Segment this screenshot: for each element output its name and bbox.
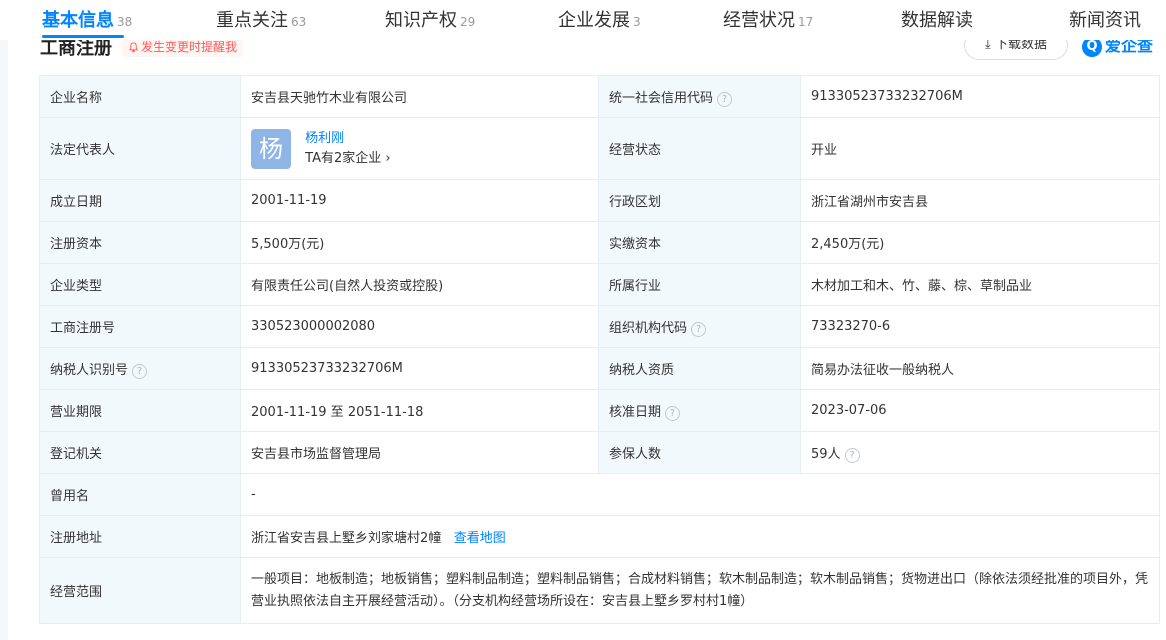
legal-rep-companies-link[interactable]: TA有2家企业 › <box>305 149 390 169</box>
table-row: 成立日期 2001-11-19 行政区划 浙江省湖州市安吉县 <box>39 179 1160 222</box>
tab-development[interactable]: 企业发展 3 <box>558 8 641 34</box>
tab-count: 29 <box>460 15 476 29</box>
business-term-value: 2001-11-19 至 2051-11-18 <box>240 389 599 432</box>
label-approval-date: 核准日期? <box>598 389 801 432</box>
table-row: 注册地址 浙江省安吉县上墅乡刘家塘村2幢 查看地图 <box>39 515 1160 558</box>
credit-code: 91330523733232706M <box>800 75 1160 118</box>
label-text: 统一社会信用代码 <box>609 90 714 106</box>
label-text: 组织机构代码 <box>609 320 688 336</box>
label-scope: 经营范围 <box>39 557 241 624</box>
tax-qualification-value: 简易办法征收一般纳税人 <box>800 347 1160 390</box>
address-cell: 浙江省安吉县上墅乡刘家塘村2幢 查看地图 <box>240 515 1160 558</box>
company-type-value: 有限责任公司(自然人投资或控股) <box>240 263 599 306</box>
tab-data-insight[interactable]: 数据解读 <box>901 8 973 34</box>
label-region: 行政区划 <box>598 179 801 222</box>
label-business-term: 营业期限 <box>39 389 241 432</box>
label-founded: 成立日期 <box>39 179 241 222</box>
active-tab-indicator <box>42 35 124 38</box>
help-icon[interactable]: ? <box>717 91 733 107</box>
table-row: 登记机关 安吉县市场监督管理局 参保人数 59人? <box>39 431 1160 474</box>
table-row: 营业期限 2001-11-19 至 2051-11-18 核准日期? 2023-… <box>39 389 1160 432</box>
table-row: 曾用名 - <box>39 473 1160 516</box>
label-status: 经营状态 <box>598 117 801 180</box>
tab-key-focus[interactable]: 重点关注 63 <box>216 8 306 34</box>
table-row: 企业名称 安吉县天驰竹木业有限公司 统一社会信用代码? 913305237332… <box>39 75 1160 118</box>
table-row: 工商注册号 330523000002080 组织机构代码? 73323270-6 <box>39 305 1160 348</box>
tab-news[interactable]: 新闻资讯 <box>1069 8 1141 34</box>
region-value: 浙江省湖州市安吉县 <box>800 179 1160 222</box>
notify-label: 发生变更时提醒我 <box>141 40 238 54</box>
tab-label: 企业发展 <box>558 10 630 31</box>
company-name: 安吉县天驰竹木业有限公司 <box>240 75 599 118</box>
legal-rep-info: 杨利刚 TA有2家企业 › <box>305 129 390 169</box>
label-reg-no: 工商注册号 <box>39 305 241 348</box>
tab-label: 新闻资讯 <box>1069 10 1141 31</box>
avatar[interactable]: 杨 <box>251 128 291 169</box>
label-address: 注册地址 <box>39 515 241 558</box>
table-row: 经营范围 一般项目：地板制造；地板销售；塑料制品制造；塑料制品销售；合成材料销售… <box>39 557 1160 624</box>
tab-count: 63 <box>291 15 307 29</box>
view-map-link[interactable]: 查看地图 <box>454 531 506 546</box>
table-row: 法定代表人 杨 杨利刚 TA有2家企业 › 经营状态 开业 <box>39 117 1160 180</box>
insured-value: 59人 <box>811 446 841 462</box>
reg-no-value: 330523000002080 <box>240 305 599 348</box>
help-icon[interactable]: ? <box>691 321 707 337</box>
tab-label: 数据解读 <box>901 10 973 31</box>
former-name-value: - <box>240 473 1160 516</box>
label-industry: 所属行业 <box>598 263 801 306</box>
founded-value: 2001-11-19 <box>240 179 599 222</box>
approval-date-value: 2023-07-06 <box>800 389 1160 432</box>
legal-rep-companies-text: TA有2家企业 <box>305 150 382 166</box>
table-row: 注册资本 5,500万(元) 实缴资本 2,450万(元) <box>39 221 1160 264</box>
status-value: 开业 <box>800 117 1160 180</box>
label-capital: 注册资本 <box>39 221 241 264</box>
help-icon[interactable]: ? <box>844 447 860 463</box>
label-former-name: 曾用名 <box>39 473 241 516</box>
org-code-value: 73323270-6 <box>800 305 1160 348</box>
label-authority: 登记机关 <box>39 431 241 474</box>
registration-table: 企业名称 安吉县天驰竹木业有限公司 统一社会信用代码? 913305237332… <box>39 75 1160 624</box>
tab-label: 重点关注 <box>216 10 288 31</box>
label-tax-id: 纳税人识别号? <box>39 347 241 390</box>
table-row: 纳税人识别号? 91330523733232706M 纳税人资质 简易办法征收一… <box>39 347 1160 390</box>
authority-value: 安吉县市场监督管理局 <box>240 431 599 474</box>
bell-icon <box>128 42 139 53</box>
label-insured: 参保人数 <box>598 431 801 474</box>
label-company-type: 企业类型 <box>39 263 241 306</box>
tab-basic-info[interactable]: 基本信息 38 <box>42 8 132 34</box>
address-value: 浙江省安吉县上墅乡刘家塘村2幢 <box>251 531 442 546</box>
label-legal-rep: 法定代表人 <box>39 117 241 180</box>
label-paid-capital: 实缴资本 <box>598 221 801 264</box>
table-row: 企业类型 有限责任公司(自然人投资或控股) 所属行业 木材加工和木、竹、藤、棕、… <box>39 263 1160 306</box>
label-text: 纳税人识别号 <box>50 362 129 378</box>
tab-label: 基本信息 <box>42 10 114 31</box>
tab-operations[interactable]: 经营状况 17 <box>723 8 813 34</box>
paid-capital-value: 2,450万(元) <box>800 221 1160 264</box>
tab-count: 17 <box>798 15 814 29</box>
insured-cell: 59人? <box>800 431 1160 474</box>
help-icon[interactable]: ? <box>132 363 148 379</box>
label-org-code: 组织机构代码? <box>598 305 801 348</box>
tab-label: 知识产权 <box>385 10 457 31</box>
tab-bar: 基本信息 38 重点关注 63 知识产权 29 企业发展 3 经营状况 17 数据解读 新… <box>0 0 1166 40</box>
chevron-right-icon: › <box>385 150 391 166</box>
label-company-name: 企业名称 <box>39 75 241 118</box>
brand-mark-icon: Q <box>1082 37 1102 57</box>
capital-value: 5,500万(元) <box>240 221 599 264</box>
scope-value: 一般项目：地板制造；地板销售；塑料制品制造；塑料制品销售；合成材料销售；软木制品… <box>240 557 1160 624</box>
tab-count: 3 <box>633 15 641 29</box>
tax-id-value: 91330523733232706M <box>240 347 599 390</box>
label-credit-code: 统一社会信用代码? <box>598 75 801 118</box>
industry-value: 木材加工和木、竹、藤、棕、草制品业 <box>800 263 1160 306</box>
change-notify-button[interactable]: 发生变更时提醒我 <box>122 37 244 57</box>
legal-rep-name-link[interactable]: 杨利刚 <box>305 129 390 149</box>
help-icon[interactable]: ? <box>665 405 681 421</box>
label-tax-qualification: 纳税人资质 <box>598 347 801 390</box>
tab-label: 经营状况 <box>723 10 795 31</box>
label-text: 核准日期 <box>609 404 662 420</box>
tab-count: 38 <box>117 15 133 29</box>
left-edge-strip <box>0 0 8 640</box>
tab-ip[interactable]: 知识产权 29 <box>385 8 475 34</box>
legal-rep-cell: 杨 杨利刚 TA有2家企业 › <box>240 117 599 180</box>
